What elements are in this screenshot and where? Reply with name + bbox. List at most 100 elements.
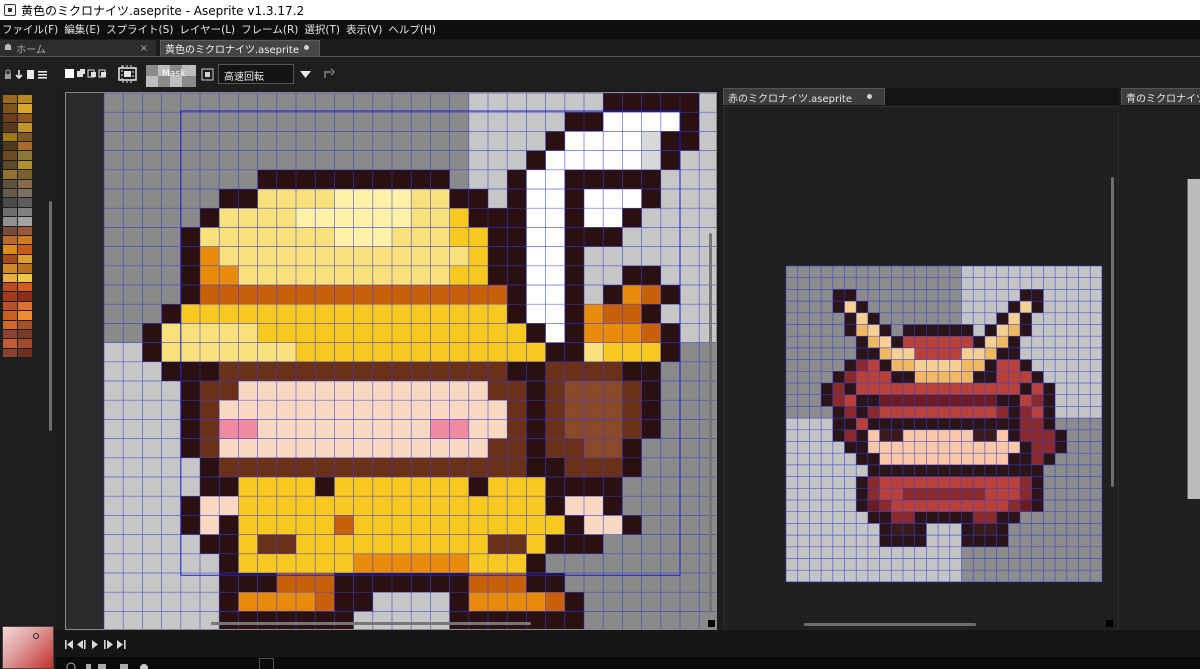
replace-selection-icon[interactable] [65,69,74,78]
red-pane-scrollbar[interactable] [1111,177,1114,487]
palette-swatch[interactable] [3,330,17,339]
palette-swatch[interactable] [18,236,32,245]
palette-swatch[interactable] [3,207,17,217]
palette-swatch[interactable] [3,170,17,179]
palette-swatch[interactable] [18,292,32,301]
palette-swatch[interactable] [18,189,32,198]
palette-swatch[interactable] [18,273,32,282]
blue-knight-canvas-area[interactable] [1121,106,1200,631]
palette-swatch[interactable] [18,207,32,217]
palette-swatch[interactable] [3,311,17,320]
canvas-horizontal-scrollbar[interactable] [211,622,531,625]
palette-swatch[interactable] [18,311,32,320]
palette-swatch[interactable] [18,330,32,339]
palette-swatch[interactable] [18,95,32,104]
selection-mode-icons[interactable] [64,67,110,81]
rotation-algorithm-field[interactable]: 高速回転 [218,64,294,84]
visibility-icon[interactable] [66,662,76,669]
palette-swatch[interactable] [3,236,17,245]
transparent-mask-button[interactable]: Mask [146,65,196,87]
palette-swatch[interactable] [18,348,32,358]
red-knight-canvas-area[interactable] [723,106,1119,631]
rotate-tool-icon[interactable] [322,68,336,82]
menu-select[interactable]: 選択(T) [301,22,343,37]
palette-swatch[interactable] [18,198,32,207]
palette-swatch[interactable] [3,264,17,273]
palette-swatch[interactable] [18,142,32,151]
dropdown-arrow-icon[interactable] [299,70,313,80]
palette-swatch[interactable] [18,132,32,141]
palette-swatch[interactable] [3,226,17,235]
palette-swatch[interactable] [18,320,32,329]
red-pane-hscrollbar[interactable] [804,623,976,626]
tab-home[interactable]: ☗ ホーム × [0,40,156,56]
onion-skin-icon[interactable] [120,664,128,669]
palette-swatch[interactable] [3,189,17,198]
next-frame-icon[interactable] [104,640,113,649]
palette-swatch[interactable] [18,245,32,254]
cel-icon[interactable] [140,664,148,669]
menu-help[interactable]: ヘルプ(H) [385,22,439,37]
link-icon[interactable] [98,664,106,669]
palette-swatch[interactable] [18,160,32,170]
palette-swatch[interactable] [3,292,17,301]
menu-sprite[interactable]: スプライト(S) [103,22,176,37]
previous-frame-icon[interactable] [77,640,86,649]
tab-blue-knight[interactable]: 青のミクロナイツ.aseprite [1121,88,1200,105]
tab-yellow-knight[interactable]: 黄色のミクロナイツ.aseprite [160,40,320,56]
sprite-canvas[interactable] [66,93,717,630]
palette-swatch[interactable] [3,198,17,207]
close-tab-icon[interactable]: × [140,43,148,54]
palette-swatch[interactable] [18,226,32,235]
palette-swatch[interactable] [3,320,17,329]
pivot-grid-icon[interactable] [201,68,215,82]
palette-swatch[interactable] [18,339,32,348]
first-frame-icon[interactable] [65,640,73,649]
menu-edit[interactable]: 編集(E) [61,22,103,37]
palette-swatch[interactable] [18,283,32,292]
red-modified-dot-icon[interactable] [867,94,872,99]
tab-red-knight[interactable]: 赤のミクロナイツ.aseprite [723,88,885,105]
menu-lines-icon[interactable] [38,71,47,79]
palette-swatch[interactable] [3,132,17,141]
palette-swatch[interactable] [18,151,32,160]
palette-swatch[interactable] [3,151,17,160]
pixel-perfect-icon[interactable] [117,65,139,83]
palette-swatch[interactable] [3,142,17,151]
palette-swatch[interactable] [3,160,17,170]
play-icon[interactable] [92,640,98,649]
palette-swatch[interactable] [18,179,32,188]
palette-swatch[interactable] [3,245,17,254]
palette-swatch[interactable] [3,283,17,292]
canvas-vertical-scrollbar[interactable] [709,233,712,613]
palette-swatch[interactable] [18,217,32,226]
last-frame-icon[interactable] [117,640,126,649]
modified-dot-icon[interactable] [304,45,309,50]
document-icon[interactable] [27,70,34,79]
palette-swatch[interactable] [3,348,17,358]
palette-swatch[interactable] [3,254,17,264]
download-arrow-icon[interactable] [15,70,23,80]
lock-layer-icon[interactable] [86,664,91,669]
palette-swatch[interactable] [18,123,32,132]
palette-scrollbar[interactable] [49,201,52,431]
color-bar-swatch[interactable] [2,626,54,669]
palette-swatch[interactable] [18,301,32,311]
palette-swatch[interactable] [3,339,17,348]
sprite-layer[interactable] [786,266,1102,582]
palette-swatch[interactable] [3,104,17,113]
palette-swatch[interactable] [18,113,32,123]
color-picker-icon[interactable] [33,633,39,639]
palette-swatch[interactable] [3,123,17,132]
menu-view[interactable]: 表示(V) [343,22,385,37]
palette-swatch[interactable] [3,113,17,123]
menu-frame[interactable]: フレーム(R) [238,22,301,37]
palette-swatch[interactable] [3,301,17,311]
palette-swatch[interactable] [18,264,32,273]
palette-swatch[interactable] [3,95,17,104]
red-knight-sprite[interactable] [724,107,1120,632]
palette-swatch[interactable] [3,273,17,282]
palette-swatch[interactable] [18,254,32,264]
editor-canvas[interactable] [65,92,717,630]
palette-swatch[interactable] [18,170,32,179]
